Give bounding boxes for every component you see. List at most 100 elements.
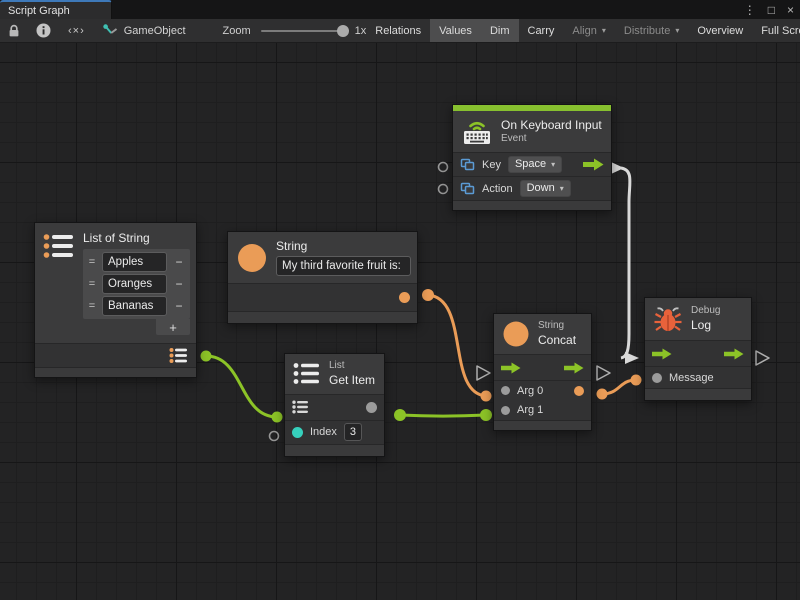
overview-button[interactable]: Overview [688,19,752,42]
node-get-item[interactable]: List Get Item Index 3 [284,353,385,457]
unconnected-trigger-concat-in[interactable] [477,366,490,380]
arg1-input-port[interactable] [501,406,510,415]
list-inline-editor: = Apples − = Oranges − = Bananas − [83,249,190,319]
button-label: Relations [375,25,421,37]
node-footer [453,200,611,210]
unconnected-trigger-concat-out[interactable] [597,366,610,380]
node-list-of-string[interactable]: List of String = Apples − = Oranges − [34,222,197,378]
arg1-label: Arg 1 [517,404,543,416]
wire-keyboard-to-log[interactable] [621,168,630,358]
wire-end-arrow [625,352,639,364]
unconnected-trigger-log-out[interactable] [756,351,769,365]
graph-icon [103,24,118,37]
node-concat[interactable]: String Concat Arg 0 Arg 1 [493,313,592,431]
zoom-slider-knob[interactable] [337,25,349,37]
list-item-field[interactable]: Oranges [102,274,167,294]
node-header[interactable]: String My third favorite fruit is: [228,232,417,283]
node-category: Debug [691,305,720,318]
dim-button[interactable]: Dim [481,19,519,42]
node-header[interactable]: String Concat [494,314,591,354]
key-dropdown[interactable]: Space ▾ [508,156,562,173]
trigger-out-arrow[interactable] [564,362,584,374]
arg0-label: Arg 0 [517,385,543,397]
list-io-row [285,394,384,420]
tab-bar: Script Graph ⋮ □ × [0,0,800,19]
zoom-control: Zoom 1x [223,19,367,42]
node-title: Get Item [329,373,375,388]
trigger-out-arrow[interactable] [583,158,604,171]
chevron-down-icon: ▾ [560,184,564,194]
drag-handle-icon[interactable]: = [86,278,98,290]
info-icon [36,23,51,38]
trigger-row [494,354,591,380]
remove-item-button[interactable]: − [171,299,187,313]
trigger-in-arrow[interactable] [652,348,672,360]
info-button[interactable] [28,19,59,42]
keycode-icon [460,182,475,195]
trigger-in-arrow[interactable] [501,362,521,374]
action-dropdown[interactable]: Down ▾ [520,180,571,197]
string-output-port[interactable] [399,292,410,303]
drag-handle-icon[interactable]: = [86,256,98,268]
maximize-icon[interactable]: □ [768,4,775,16]
index-field[interactable]: 3 [344,423,362,442]
unconnected-port-index[interactable] [270,432,279,441]
wire-concat-to-log[interactable] [602,380,636,394]
node-string-literal[interactable]: String My third favorite fruit is: [227,231,418,324]
string-value-field[interactable]: My third favorite fruit is: [276,256,411,276]
drag-handle-icon[interactable]: = [86,300,98,312]
button-label: Values [439,25,472,37]
node-header[interactable]: On Keyboard Input Event [453,111,611,152]
node-header[interactable]: List Get Item [285,354,384,394]
list-item-field[interactable]: Bananas [102,296,167,316]
relations-button[interactable]: Relations [366,19,430,42]
tab-script-graph[interactable]: Script Graph [0,0,112,19]
arg0-row: Arg 0 [494,380,591,400]
distribute-button[interactable]: Distribute ▾ [615,19,688,42]
window-menu-icon[interactable]: ⋮ [744,4,756,16]
trigger-out-arrow[interactable] [724,348,744,360]
wire-list-to-getitem[interactable] [206,356,277,417]
action-label: Action [482,183,513,195]
wire-getitem-to-concat[interactable] [400,415,486,416]
align-button[interactable]: Align ▾ [563,19,614,42]
graph-canvas[interactable]: On Keyboard Input Event Key Space ▾ [0,43,800,600]
remove-item-button[interactable]: − [171,255,187,269]
node-on-keyboard-input[interactable]: On Keyboard Input Event Key Space ▾ [452,104,612,211]
port-row-key: Key Space ▾ [453,152,611,176]
lock-button[interactable] [0,19,28,42]
item-output-port[interactable] [366,402,377,413]
arg0-input-port[interactable] [501,386,510,395]
node-header[interactable]: Debug Log [645,298,751,340]
unconnected-port-key[interactable] [439,163,448,172]
unconnected-port-action[interactable] [439,185,448,194]
wire-string-to-concat[interactable] [428,295,486,396]
gameobject-reference[interactable]: GameObject [94,19,195,42]
result-output-port[interactable] [574,386,584,396]
list-input-port-icon[interactable] [292,400,309,414]
values-button[interactable]: Values [430,19,481,42]
list-item-field[interactable]: Apples [102,252,167,272]
wire-endpoint [481,391,492,402]
node-debug-log[interactable]: Debug Log Message [644,297,752,401]
close-icon[interactable]: × [787,4,794,16]
remove-item-button[interactable]: − [171,277,187,291]
list-output-port-icon[interactable] [169,347,189,364]
add-item-button[interactable]: + [156,319,190,335]
node-header[interactable]: List of String = Apples − = Oranges − [35,223,196,343]
action-value: Down [527,182,555,195]
wire-endpoint [480,409,492,421]
plus-icon: + [169,320,177,335]
fullscreen-button[interactable]: Full Screen [752,19,800,42]
message-row: Message [645,366,751,388]
key-value: Space [515,158,546,171]
string-type-icon [502,320,530,348]
list-item-row: = Apples − [86,251,187,273]
carry-button[interactable]: Carry [519,19,564,42]
node-footer [285,444,384,456]
index-input-port[interactable] [292,427,303,438]
zoom-slider[interactable] [261,30,347,32]
message-input-port[interactable] [652,373,662,383]
list-icon [293,362,321,386]
code-view-button[interactable]: ‹×› [59,19,94,42]
